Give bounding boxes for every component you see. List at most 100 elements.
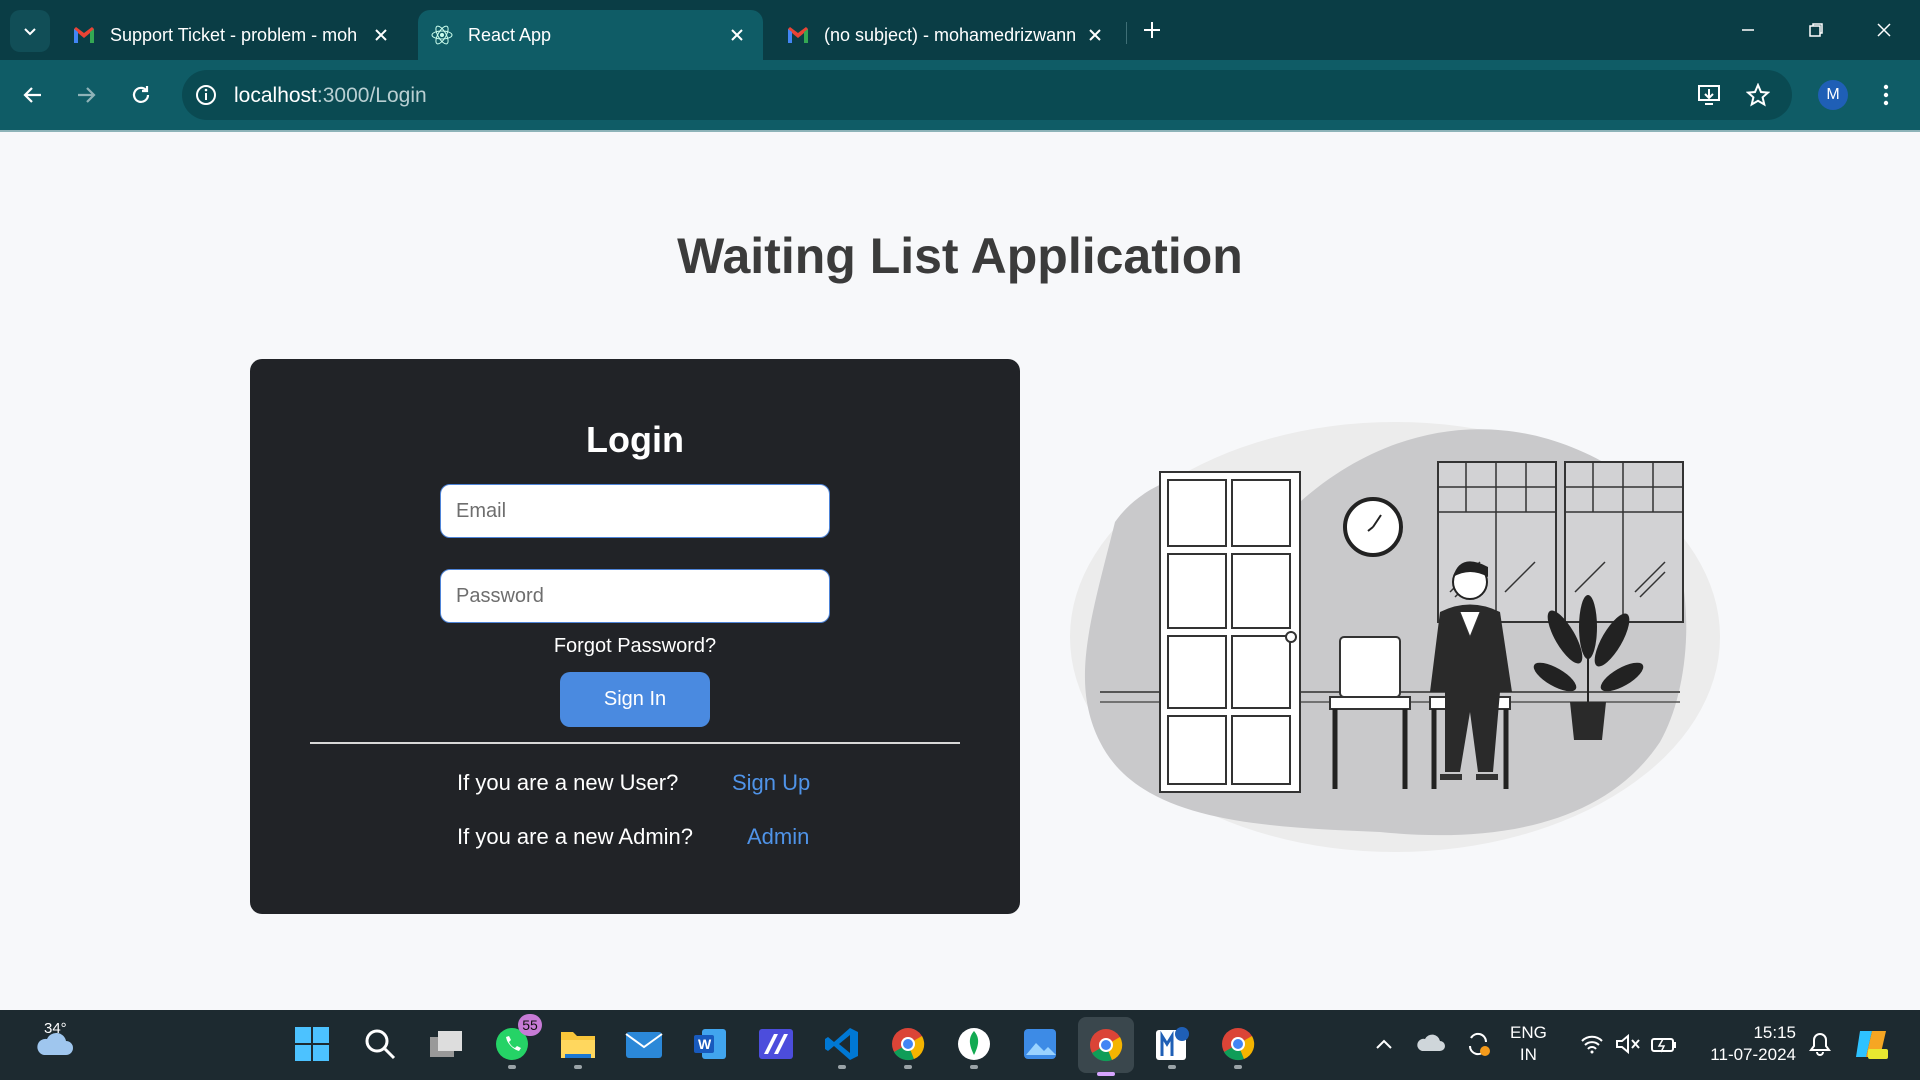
email-input[interactable] bbox=[440, 484, 830, 538]
task-view-button[interactable] bbox=[424, 1022, 468, 1066]
photos-button[interactable] bbox=[1018, 1022, 1062, 1066]
vscode-button[interactable] bbox=[820, 1022, 864, 1069]
tray-overflow-button[interactable] bbox=[1362, 1022, 1406, 1066]
close-window-button[interactable] bbox=[1864, 12, 1904, 48]
notifications-button[interactable] bbox=[1798, 1022, 1842, 1066]
chrome-profile-button[interactable] bbox=[1216, 1022, 1260, 1069]
more-vertical-icon bbox=[1883, 84, 1889, 106]
onedrive-button[interactable] bbox=[1408, 1022, 1452, 1066]
close-icon bbox=[1877, 23, 1891, 37]
tab-no-subject[interactable]: (no subject) - mohamedrizwann bbox=[776, 10, 1121, 60]
chrome-button[interactable] bbox=[886, 1022, 930, 1069]
copilot-button[interactable] bbox=[1850, 1022, 1894, 1066]
app-icon bbox=[759, 1029, 793, 1059]
app-m-icon bbox=[1156, 1027, 1189, 1060]
language-indicator[interactable]: ENG IN bbox=[1510, 1022, 1547, 1066]
sign-up-link[interactable]: Sign Up bbox=[732, 770, 810, 796]
language-code: ENG bbox=[1510, 1023, 1547, 1042]
url-text[interactable]: localhost:3000/Login bbox=[234, 84, 427, 108]
sign-in-button[interactable]: Sign In bbox=[560, 672, 710, 727]
browser-toolbar: localhost:3000/Login bbox=[0, 60, 1920, 130]
tab-react-app[interactable]: React App bbox=[418, 10, 763, 60]
clock[interactable]: 15:15 11-07-2024 bbox=[1696, 1022, 1796, 1066]
close-tab-icon[interactable] bbox=[1083, 23, 1107, 47]
taskbar-search-button[interactable] bbox=[358, 1022, 402, 1066]
waiting-room-illustration bbox=[1070, 422, 1720, 852]
chrome-active-icon bbox=[1090, 1029, 1123, 1062]
running-indicator bbox=[1168, 1065, 1176, 1069]
tab-search-button[interactable] bbox=[10, 10, 50, 52]
login-card: Login Forgot Password? Sign In If you ar… bbox=[250, 359, 1020, 914]
tab-title: Support Ticket - problem - moh bbox=[110, 24, 358, 45]
browser-menu-button[interactable] bbox=[1868, 77, 1904, 113]
mongodb-button[interactable] bbox=[952, 1022, 996, 1069]
install-icon bbox=[1698, 85, 1720, 105]
vscode-icon bbox=[825, 1028, 858, 1060]
app-button[interactable] bbox=[754, 1022, 798, 1066]
new-user-question: If you are a new User? bbox=[457, 770, 679, 795]
new-admin-question: If you are a new Admin? bbox=[457, 824, 694, 849]
page-title: Waiting List Application bbox=[677, 228, 1243, 284]
mail-button[interactable] bbox=[622, 1022, 666, 1066]
running-indicator bbox=[574, 1065, 582, 1069]
search-icon bbox=[365, 1029, 396, 1060]
admin-link[interactable]: Admin bbox=[747, 824, 809, 850]
site-info-icon[interactable] bbox=[194, 83, 218, 107]
photos-icon bbox=[1024, 1029, 1056, 1059]
chrome-icon bbox=[892, 1028, 925, 1061]
running-indicator bbox=[838, 1065, 846, 1069]
plus-icon bbox=[1144, 22, 1160, 38]
folder-icon bbox=[561, 1032, 595, 1058]
onedrive-icon bbox=[1417, 1034, 1445, 1051]
whatsapp-button[interactable]: 55 bbox=[490, 1014, 542, 1069]
windows-taskbar: 34° 55 W ENG IN 15:15 11-07-2024 bbox=[0, 1010, 1920, 1080]
restore-button[interactable] bbox=[1796, 12, 1836, 48]
running-indicator bbox=[1234, 1065, 1242, 1069]
app-m-button[interactable] bbox=[1150, 1022, 1194, 1069]
wifi-icon bbox=[1581, 1035, 1603, 1054]
chevron-down-icon bbox=[24, 28, 36, 36]
sync-icon bbox=[1468, 1032, 1490, 1056]
notification-badge: 55 bbox=[518, 1014, 542, 1036]
password-input[interactable] bbox=[440, 569, 830, 623]
windows-start-icon bbox=[295, 1027, 329, 1061]
reload-button[interactable] bbox=[123, 77, 159, 113]
gmail-icon bbox=[72, 23, 96, 47]
battery-icon bbox=[1651, 1038, 1676, 1053]
restore-icon bbox=[1809, 23, 1823, 37]
sync-button[interactable] bbox=[1456, 1022, 1500, 1066]
bookmark-button[interactable] bbox=[1740, 77, 1776, 113]
weather-temp: 34° bbox=[44, 1020, 67, 1037]
region-code: IN bbox=[1519, 1045, 1537, 1064]
date-text: 11-07-2024 bbox=[1710, 1045, 1796, 1064]
tab-title: (no subject) - mohamedrizwann bbox=[824, 24, 1076, 45]
address-bar[interactable]: localhost:3000/Login bbox=[182, 70, 1792, 120]
running-indicator bbox=[970, 1065, 978, 1069]
running-indicator bbox=[508, 1065, 516, 1069]
minimize-icon bbox=[1742, 29, 1754, 31]
battery-button[interactable] bbox=[1642, 1022, 1686, 1066]
mongodb-icon bbox=[958, 1028, 990, 1060]
copilot-icon bbox=[1856, 1031, 1888, 1059]
close-tab-icon[interactable] bbox=[369, 23, 393, 47]
forward-button[interactable] bbox=[68, 77, 104, 113]
browser-tab-bar: Support Ticket - problem - moh React App… bbox=[0, 0, 1920, 60]
arrow-left-icon bbox=[23, 87, 41, 103]
running-indicator bbox=[904, 1065, 912, 1069]
tab-support-ticket[interactable]: Support Ticket - problem - moh bbox=[62, 10, 407, 60]
back-button[interactable] bbox=[15, 77, 51, 113]
chrome-active-button[interactable] bbox=[1078, 1017, 1134, 1076]
file-explorer-button[interactable] bbox=[556, 1022, 600, 1069]
task-view-icon bbox=[430, 1031, 462, 1057]
forgot-password-link[interactable]: Forgot Password? bbox=[250, 635, 1020, 658]
start-button[interactable] bbox=[290, 1022, 334, 1066]
minimize-button[interactable] bbox=[1728, 12, 1768, 48]
tab-separator bbox=[1126, 22, 1127, 44]
chevron-up-icon bbox=[1376, 1039, 1392, 1049]
install-app-button[interactable] bbox=[1692, 77, 1728, 113]
word-button[interactable]: W bbox=[688, 1022, 732, 1066]
close-tab-icon[interactable] bbox=[725, 23, 749, 47]
new-tab-button[interactable] bbox=[1136, 14, 1168, 46]
star-icon bbox=[1746, 83, 1770, 107]
profile-avatar[interactable]: M bbox=[1818, 80, 1848, 110]
